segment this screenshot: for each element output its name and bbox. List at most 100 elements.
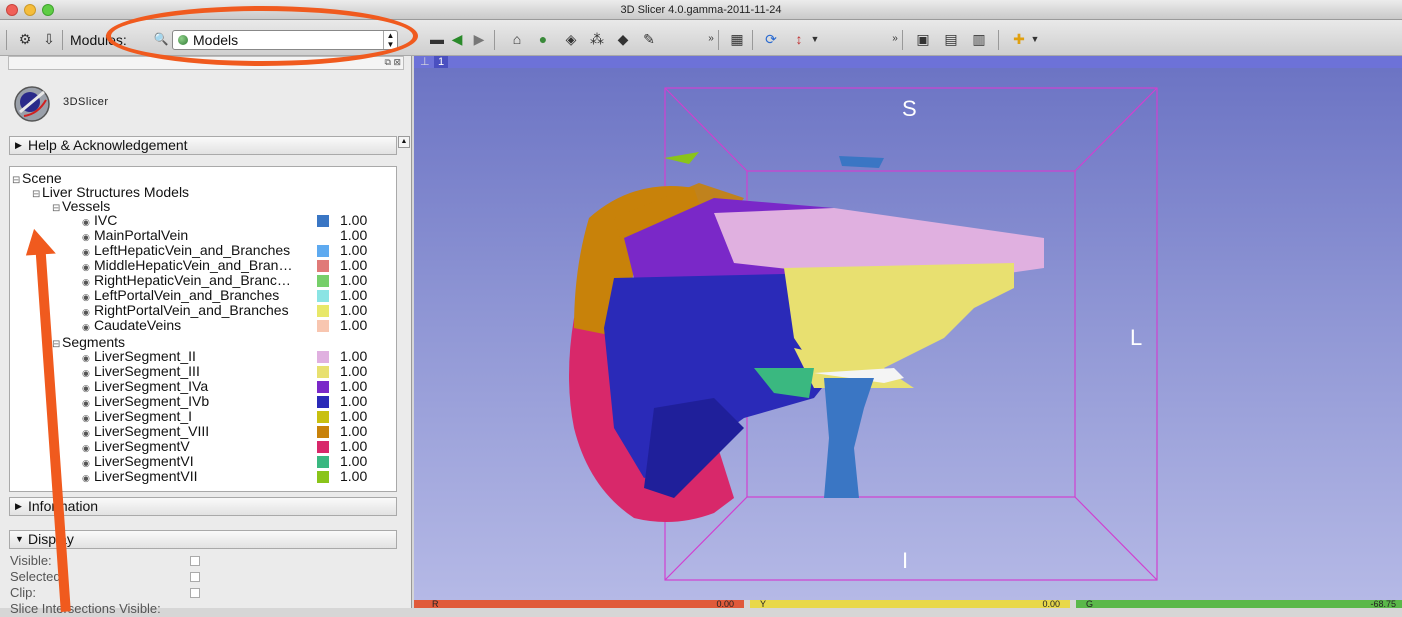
opacity-value[interactable]: 1.00	[340, 288, 367, 303]
model-name: MainPortalVein	[94, 227, 189, 243]
red-slice-bar[interactable]: R 0.00	[414, 600, 744, 608]
toolbar-separator	[718, 30, 719, 50]
scroll-up-arrow[interactable]: ▲	[398, 136, 410, 148]
save-icon[interactable]: ⇩	[40, 30, 58, 48]
opacity-value[interactable]: 1.00	[340, 243, 367, 258]
model-name: RightHepaticVein_and_Branc…	[94, 272, 291, 288]
toolbar-separator	[752, 30, 753, 50]
opacity-value[interactable]: 1.00	[340, 439, 367, 454]
volume-rendering-icon[interactable]: ◆	[614, 30, 632, 48]
selected-checkbox[interactable]	[190, 572, 200, 582]
back-arrow-icon[interactable]: ◀	[448, 30, 466, 48]
opacity-value[interactable]: 1.00	[340, 318, 367, 333]
model-name: LiverSegmentVI	[94, 453, 194, 469]
visible-checkbox[interactable]	[190, 556, 200, 566]
opacity-value[interactable]: 1.00	[340, 454, 367, 469]
color-swatch[interactable]	[317, 305, 329, 317]
module-search-icon[interactable]: 🔍	[152, 30, 170, 48]
spin-view-icon[interactable]: ⟳	[762, 30, 780, 48]
scene-restore-icon[interactable]: ▥	[970, 30, 988, 48]
color-swatch[interactable]	[317, 441, 329, 453]
color-swatch[interactable]	[317, 215, 329, 227]
pin-icon[interactable]: ⊥	[420, 56, 430, 68]
model-name: CaudateVeins	[94, 317, 182, 333]
opacity-value[interactable]: 1.00	[340, 213, 367, 228]
color-swatch[interactable]	[317, 471, 329, 483]
3d-view-controller-bar[interactable]: ⊥ 1	[414, 56, 1402, 68]
toolbar-separator	[62, 30, 63, 50]
color-swatch[interactable]	[317, 426, 329, 438]
help-acknowledgement-section[interactable]: ▶ Help & Acknowledgement	[9, 136, 397, 155]
opacity-value[interactable]: 1.00	[340, 303, 367, 318]
opacity-value[interactable]: 1.00	[340, 273, 367, 288]
data-load-icon[interactable]: ⚙	[16, 30, 34, 48]
color-swatch[interactable]	[317, 411, 329, 423]
toolbar-separator	[998, 30, 999, 50]
opacity-value[interactable]: 1.00	[340, 364, 367, 379]
clip-checkbox[interactable]	[190, 588, 200, 598]
tree-item-model-hierarchy[interactable]: ⊟ Liver Structures Models	[32, 185, 189, 201]
opacity-value[interactable]: 1.00	[340, 424, 367, 439]
model-name: LiverSegment_I	[94, 408, 193, 424]
color-swatch[interactable]	[317, 290, 329, 302]
module-history-icon[interactable]: ▬	[428, 30, 446, 48]
3d-view[interactable]: S I L	[414, 68, 1402, 600]
module-selected-label: Models	[193, 32, 239, 48]
color-swatch[interactable]	[317, 245, 329, 257]
color-swatch[interactable]	[317, 351, 329, 363]
selector-arrows-icon: ▲ ▼	[383, 31, 397, 49]
home-icon[interactable]: ⌂	[508, 30, 526, 48]
color-swatch[interactable]	[317, 275, 329, 287]
yellow-slice-bar[interactable]: Y 0.00	[750, 600, 1070, 608]
dropdown-icon[interactable]: ▼	[1026, 30, 1044, 48]
close-window-button[interactable]	[6, 4, 18, 16]
color-swatch[interactable]	[317, 320, 329, 332]
opacity-value[interactable]: 1.00	[340, 409, 367, 424]
models-module-icon	[178, 35, 188, 45]
minimize-window-button[interactable]	[24, 4, 36, 16]
liver-3d-render	[569, 87, 1158, 581]
maximize-window-button[interactable]	[42, 4, 54, 16]
annotation-arrow-icon	[25, 228, 71, 612]
dock-float-close-icon[interactable]: ⧉ ⊠	[385, 57, 401, 68]
opacity-value[interactable]: 1.00	[340, 379, 367, 394]
color-swatch[interactable]	[317, 381, 329, 393]
model-name: MiddleHepaticVein_and_Bran…	[94, 257, 293, 273]
section-label: Help & Acknowledgement	[28, 137, 188, 153]
axis-label-superior: S	[902, 96, 917, 121]
dropdown-icon[interactable]: ▼	[806, 30, 824, 48]
expanded-icon: ⊟	[12, 175, 21, 186]
axis-label-left: L	[1130, 325, 1143, 350]
color-swatch[interactable]	[317, 366, 329, 378]
screenshot-icon[interactable]: ▣	[914, 30, 932, 48]
opacity-value[interactable]: 1.00	[340, 349, 367, 364]
layout-icon[interactable]: ▦	[728, 30, 746, 48]
color-swatch[interactable]	[317, 260, 329, 272]
color-swatch[interactable]	[317, 456, 329, 468]
toolbar-separator	[902, 30, 903, 50]
logo-text: 3DSlicer	[63, 96, 109, 108]
opacity-value[interactable]: 1.00	[340, 469, 367, 484]
scene-view-icon[interactable]: ▤	[942, 30, 960, 48]
opacity-value[interactable]: 1.00	[340, 394, 367, 409]
green-slice-bar[interactable]: G -68.75	[1076, 600, 1402, 608]
model-name: LeftHepaticVein_and_Branches	[94, 242, 291, 258]
model-name: RightPortalVein_and_Branches	[94, 302, 289, 318]
opacity-value[interactable]: 1.00	[340, 228, 367, 243]
editor-icon[interactable]: ✎	[640, 30, 658, 48]
model-name: LiverSegmentV	[94, 438, 190, 454]
axis-label-inferior: I	[902, 548, 909, 573]
models-icon[interactable]: ●	[534, 30, 552, 48]
window-title: 3D Slicer 4.0.gamma-2011-11-24	[620, 4, 782, 16]
opacity-value[interactable]: 1.00	[340, 258, 367, 273]
model-name: LiverSegment_IVa	[94, 378, 209, 394]
collapsed-triangle-icon: ▶	[15, 501, 22, 511]
model-name: LiverSegment_III	[94, 363, 200, 379]
color-swatch[interactable]	[317, 396, 329, 408]
model-name: IVC	[94, 212, 118, 228]
volumes-icon[interactable]: ◈	[562, 30, 580, 48]
forward-arrow-icon[interactable]: ▶	[470, 30, 488, 48]
module-selector[interactable]: Models ▲ ▼	[172, 30, 398, 50]
transforms-icon[interactable]: ⁂	[588, 30, 606, 48]
model-row[interactable]: ◉ IVC 1.00	[10, 213, 398, 228]
